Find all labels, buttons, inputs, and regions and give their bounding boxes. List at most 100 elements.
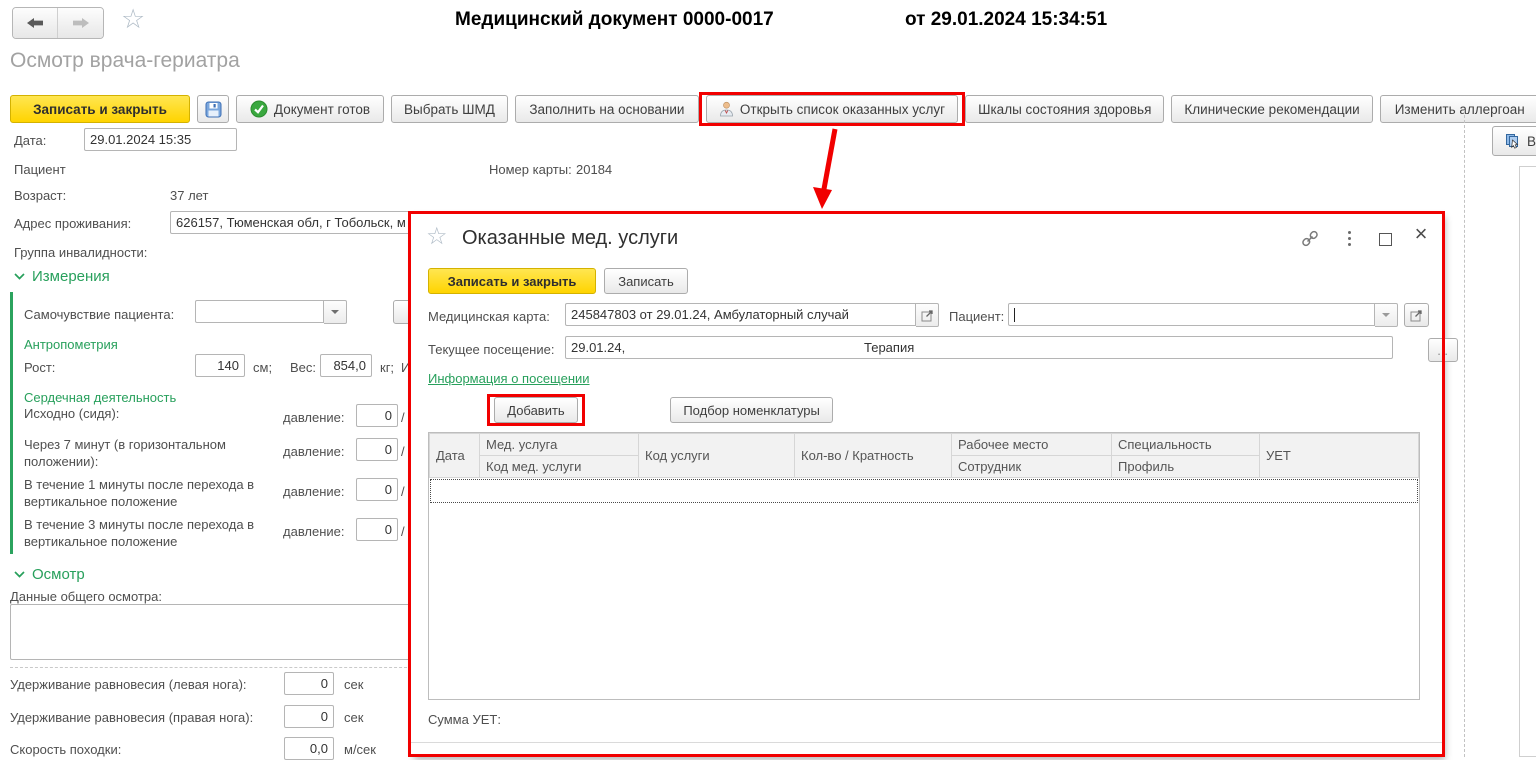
section-exam-title: Осмотр [32, 566, 85, 583]
visit-info-link[interactable]: Информация о посещении [428, 371, 590, 386]
clipped-control[interactable] [393, 300, 413, 324]
height-input[interactable]: 140 [195, 354, 245, 377]
col-profile[interactable]: Профиль [1112, 456, 1260, 478]
close-icon[interactable]: × [1410, 223, 1432, 245]
section-exam[interactable]: Осмотр [14, 566, 85, 583]
wellbeing-dropdown-button[interactable] [324, 300, 347, 324]
dialog-patient-combobox[interactable] [1008, 303, 1398, 327]
dialog-toolbar: Записать и закрыть Записать [428, 268, 688, 294]
col-specialty[interactable]: Специальность [1112, 434, 1260, 456]
services-table-header: Дата Мед. услуга Код услуги Кол-во / Кра… [429, 433, 1419, 478]
floppy-icon [205, 101, 222, 118]
cardiac-title: Сердечная деятельность [24, 390, 176, 405]
back-button[interactable] [13, 8, 58, 38]
col-service[interactable]: Мед. услуга [480, 434, 639, 456]
add-row-button[interactable]: Добавить [494, 397, 577, 423]
edit-allergy-button[interactable]: Изменить аллергоан [1380, 95, 1536, 123]
choose-shmd-button[interactable]: Выбрать ШМД [391, 95, 508, 123]
visit-more-button[interactable]: ... [1428, 338, 1458, 362]
open-services-label: Открыть список оказанных услуг [740, 102, 945, 117]
general-exam-textarea[interactable] [10, 604, 422, 660]
col-date[interactable]: Дата [430, 434, 480, 478]
dialog-title: Оказанные мед. услуги [462, 227, 678, 250]
dialog-save-button[interactable]: Записать [604, 268, 688, 294]
nomenclature-button[interactable]: Подбор номенклатуры [670, 397, 833, 423]
more-menu-icon[interactable] [1338, 227, 1360, 249]
open-patient-button[interactable] [1404, 303, 1429, 327]
open-card-button[interactable] [916, 303, 939, 327]
col-workplace[interactable]: Рабочее место [952, 434, 1112, 456]
weight-unit: кг; [380, 360, 394, 375]
forward-button[interactable] [58, 8, 103, 38]
wellbeing-combobox[interactable] [195, 300, 347, 324]
height-unit: см; [253, 360, 272, 375]
address-input[interactable]: 626157, Тюменская обл, г Тобольск, м [170, 211, 422, 234]
separator-dashed [10, 667, 422, 668]
gait-speed-unit: м/сек [344, 742, 376, 757]
dialog-save-close-button[interactable]: Записать и закрыть [428, 268, 596, 294]
document-ready-button[interactable]: Документ готов [236, 95, 384, 123]
open-icon [921, 309, 934, 322]
date-label: Дата: [14, 133, 46, 148]
balance-right-input[interactable]: 0 [284, 705, 334, 728]
pressure-label: давление: [283, 410, 345, 425]
sum-uet-label: Сумма УЕТ: [428, 712, 501, 727]
card-number-label: Номер карты: [489, 162, 572, 177]
col-uet[interactable]: УЕТ [1260, 434, 1419, 478]
bp-input[interactable]: 0 [356, 518, 398, 541]
select-pages-icon [1505, 133, 1521, 149]
section-measurements[interactable]: Измерения [14, 268, 110, 285]
pressure-label: давление: [283, 484, 345, 499]
visit-field[interactable]: 29.01.24, Терапия [565, 336, 1393, 359]
anthropometry-title: Антропометрия [24, 337, 118, 352]
bp-input[interactable]: 0 [356, 404, 398, 427]
dialog-favorite-star-icon[interactable]: ☆ [426, 222, 448, 251]
main-toolbar: Записать и закрыть Документ готов Выбрат… [10, 95, 1536, 123]
clinical-recommendations-button[interactable]: Клинические рекомендации [1171, 95, 1372, 123]
chevron-down-icon [14, 273, 25, 280]
wellbeing-value[interactable] [195, 300, 324, 323]
col-service-code[interactable]: Код мед. услуги [480, 456, 639, 478]
save-close-button[interactable]: Записать и закрыть [10, 95, 190, 123]
weight-label: Вес: [290, 360, 316, 375]
choose-right-button[interactable]: Выбрат [1492, 126, 1536, 156]
dialog-patient-value[interactable] [1008, 303, 1375, 326]
clipped-text: И [401, 360, 410, 375]
check-circle-icon [250, 100, 268, 118]
bp-input[interactable]: 0 [356, 478, 398, 501]
open-services-button[interactable]: Открыть список оказанных услуг [706, 95, 958, 123]
visit-label: Текущее посещение: [428, 342, 554, 357]
patient-dropdown-button[interactable] [1375, 303, 1398, 327]
bp-slash: / [401, 524, 405, 539]
splitter[interactable] [1464, 110, 1465, 757]
med-card-value[interactable]: 245847803 от 29.01.24, Амбулаторный случ… [565, 303, 916, 326]
dropdown-arrow-icon [331, 310, 339, 318]
age-value: 37 лет [170, 188, 208, 203]
bp-slash: / [401, 444, 405, 459]
date-input[interactable]: 29.01.2024 15:35 [84, 128, 237, 151]
health-scales-button[interactable]: Шкалы состояния здоровья [965, 95, 1164, 123]
balance-left-input[interactable]: 0 [284, 672, 334, 695]
balance-left-unit: сек [344, 677, 363, 692]
col-qty[interactable]: Кол-во / Кратность [795, 434, 952, 478]
page-title: Медицинский документ 0000-0017 [455, 9, 774, 31]
services-dialog: ☆ Оказанные мед. услуги × Записать и зак… [411, 214, 1442, 757]
age-label: Возраст: [14, 188, 66, 203]
services-table: Дата Мед. услуга Код услуги Кол-во / Кра… [428, 432, 1420, 700]
col-code[interactable]: Код услуги [639, 434, 795, 478]
card-number-value: 20184 [576, 162, 612, 177]
save-button[interactable] [197, 95, 229, 123]
bp-slash: / [401, 410, 405, 425]
bp-input[interactable]: 0 [356, 438, 398, 461]
pressure-label: давление: [283, 444, 345, 459]
copy-link-icon[interactable] [1299, 228, 1321, 250]
fill-on-basis-button[interactable]: Заполнить на основании [515, 95, 699, 123]
med-card-field[interactable]: 245847803 от 29.01.24, Амбулаторный случ… [565, 303, 939, 327]
weight-input[interactable]: 854,0 [320, 354, 372, 377]
favorite-star-icon[interactable]: ☆ [121, 4, 145, 35]
bp-slash: / [401, 484, 405, 499]
col-employee[interactable]: Сотрудник [952, 456, 1112, 478]
empty-active-row[interactable] [430, 479, 1418, 503]
maximize-icon[interactable] [1374, 228, 1396, 250]
wellbeing-label: Самочувствие пациента: [24, 307, 174, 322]
